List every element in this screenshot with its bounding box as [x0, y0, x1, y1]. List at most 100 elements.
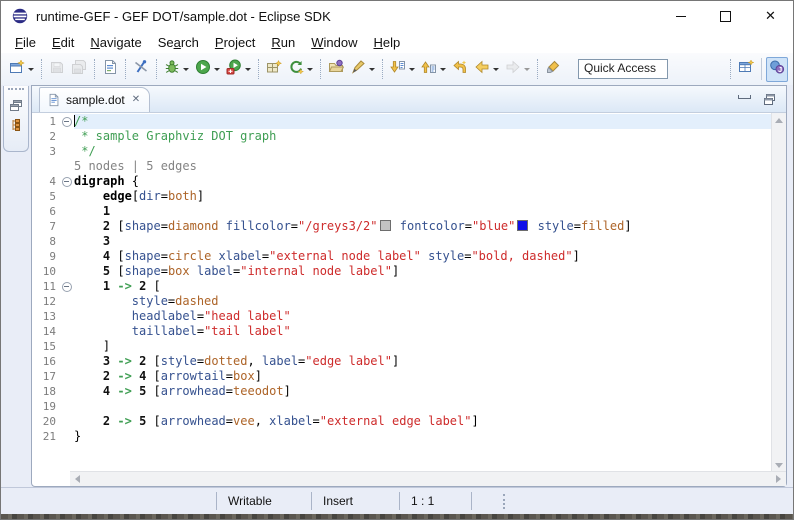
dropdown-arrow-icon[interactable] [245, 68, 251, 71]
code-text[interactable]: } [74, 429, 772, 444]
dropdown-arrow-icon[interactable] [440, 68, 446, 71]
code-text[interactable]: 1 -> 2 [ [74, 279, 772, 294]
code-text[interactable]: headlabel="head label" [74, 309, 772, 324]
close-button[interactable]: ✕ [748, 1, 793, 31]
line-number: 13 [32, 309, 60, 324]
fold-column [60, 249, 74, 264]
menu-project[interactable]: Project [207, 33, 263, 52]
code-text[interactable]: 2 -> 5 [arrowhead=vee, xlabel="external … [74, 414, 772, 429]
code-text[interactable]: */ [74, 144, 772, 159]
dropdown-arrow-icon[interactable] [524, 68, 530, 71]
menu-search[interactable]: Search [150, 33, 207, 52]
code-text[interactable]: * sample Graphviz DOT graph [74, 129, 772, 144]
code-text[interactable]: edge[dir=both] [74, 189, 772, 204]
code-text[interactable]: 4 [shape=circle xlabel="external node la… [74, 249, 772, 264]
mark-occurrences-icon [545, 59, 561, 80]
code-line: 14 taillabel="tail label" [32, 324, 772, 339]
editor-body: 1/*2 * sample Graphviz DOT graph3 */5 no… [32, 113, 786, 473]
run-button[interactable] [193, 58, 222, 80]
dropdown-arrow-icon[interactable] [28, 68, 34, 71]
quick-access-box[interactable]: Quick Access [578, 59, 668, 79]
prev-annotation-button[interactable] [419, 58, 448, 80]
new-wizard-button[interactable] [7, 58, 36, 80]
maximize-editor-icon[interactable] [763, 93, 776, 106]
mark-occurrences-button[interactable] [543, 58, 563, 80]
menu-navigate[interactable]: Navigate [82, 33, 149, 52]
open-perspective-button[interactable] [735, 57, 757, 82]
menu-edit[interactable]: Edit [44, 33, 82, 52]
trim-drag-handle[interactable] [8, 88, 24, 95]
coverage-button[interactable] [224, 58, 253, 80]
scroll-down-icon [775, 463, 783, 468]
tab-sample-dot[interactable]: sample.dot ✕ [39, 87, 150, 112]
maximize-button[interactable] [703, 1, 748, 31]
code-text[interactable]: /* [74, 114, 772, 129]
save-all-button[interactable] [69, 58, 89, 80]
new-java-project-button[interactable] [264, 58, 284, 80]
status-separator [471, 492, 472, 510]
toolbar-separator [156, 59, 157, 79]
fold-collapse-icon[interactable] [62, 282, 72, 292]
synchronize-icon [288, 59, 304, 80]
code-area[interactable]: 1/*2 * sample Graphviz DOT graph3 */5 no… [32, 114, 772, 444]
code-text[interactable]: digraph { [74, 174, 772, 189]
code-text[interactable]: 4 -> 5 [arrowhead=teeodot] [74, 384, 772, 399]
save-button[interactable] [47, 58, 67, 80]
debug-button[interactable] [162, 58, 191, 80]
code-text[interactable]: 2 [shape=diamond fillcolor="/greys3/2" f… [74, 219, 772, 234]
line-number [32, 159, 60, 174]
fold-column [60, 204, 74, 219]
line-number: 10 [32, 264, 60, 279]
code-text[interactable]: ] [74, 339, 772, 354]
forward-button[interactable] [503, 58, 532, 80]
fold-collapse-icon[interactable] [62, 117, 72, 127]
dropdown-arrow-icon[interactable] [369, 68, 375, 71]
outline-view-icon[interactable] [8, 117, 24, 133]
line-number: 6 [32, 204, 60, 219]
fold-column [60, 189, 74, 204]
window-bottom-edge [1, 514, 793, 519]
restore-view-icon[interactable] [8, 98, 24, 114]
dropdown-arrow-icon[interactable] [214, 68, 220, 71]
synchronize-button[interactable] [286, 58, 315, 80]
vertical-scrollbar[interactable] [771, 113, 786, 473]
dropdown-arrow-icon[interactable] [493, 68, 499, 71]
code-line: 20 2 -> 5 [arrowhead=vee, xlabel="extern… [32, 414, 772, 429]
fold-column [60, 399, 74, 414]
fold-collapse-icon[interactable] [62, 177, 72, 187]
line-number: 21 [32, 429, 60, 444]
code-text[interactable]: 3 -> 2 [style=dotted, label="edge label"… [74, 354, 772, 369]
menu-help[interactable]: Help [365, 33, 408, 52]
dropdown-arrow-icon[interactable] [409, 68, 415, 71]
menu-window[interactable]: Window [303, 33, 365, 52]
tab-close-icon[interactable]: ✕ [132, 95, 140, 105]
open-element-button[interactable] [348, 58, 377, 80]
code-text[interactable]: 5 [shape=box label="internal node label"… [74, 264, 772, 279]
open-folder-button[interactable] [326, 58, 346, 80]
toolbar-separator [537, 59, 538, 79]
fold-column [60, 129, 74, 144]
menu-run[interactable]: Run [263, 33, 303, 52]
minimize-button[interactable] [658, 1, 703, 31]
document-button[interactable] [100, 58, 120, 80]
dropdown-arrow-icon[interactable] [307, 68, 313, 71]
editor-part: sample.dot ✕ 1/*2 * s [31, 85, 787, 487]
minimize-editor-icon[interactable] [738, 95, 751, 99]
code-line: 11 1 -> 2 [ [32, 279, 772, 294]
code-text[interactable]: 1 [74, 204, 772, 219]
skip-breakpoints-button[interactable] [131, 58, 151, 80]
next-annotation-button[interactable] [388, 58, 417, 80]
code-text[interactable]: taillabel="tail label" [74, 324, 772, 339]
window-title: runtime-GEF - GEF DOT/sample.dot - Eclip… [36, 9, 331, 24]
dropdown-arrow-icon[interactable] [183, 68, 189, 71]
code-text[interactable] [74, 399, 772, 414]
code-text[interactable]: 3 [74, 234, 772, 249]
menu-file[interactable]: File [7, 33, 44, 52]
code-text[interactable]: style=dashed [74, 294, 772, 309]
horizontal-scrollbar[interactable] [70, 471, 786, 486]
last-edit-location-button[interactable] [450, 58, 470, 80]
java-perspective-button[interactable]: J [766, 57, 788, 82]
back-button[interactable] [472, 58, 501, 80]
fold-column [60, 174, 74, 189]
code-text[interactable]: 2 -> 4 [arrowtail=box] [74, 369, 772, 384]
